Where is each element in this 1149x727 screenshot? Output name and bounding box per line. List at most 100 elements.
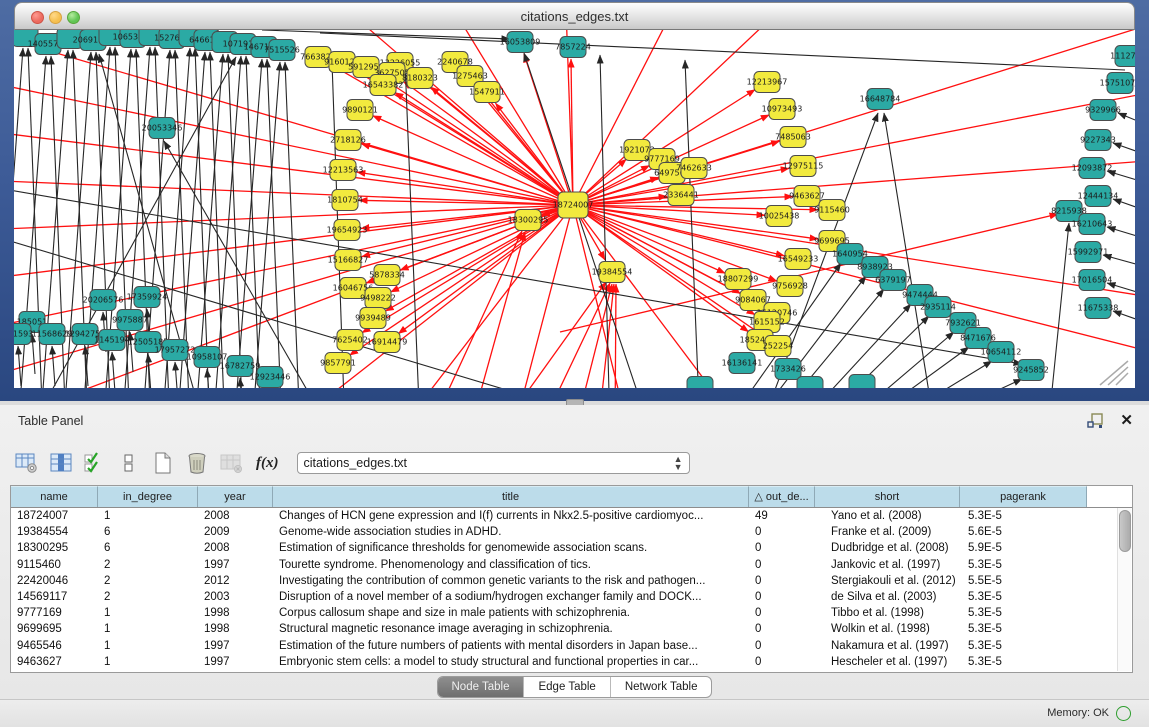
graph-node[interactable]: 7625402 [332, 330, 368, 351]
table-cell: Tibbo et al. (1998) [815, 605, 960, 621]
table-row[interactable]: 946362711997Embryonic stem cells: a mode… [11, 654, 1132, 670]
table-selector-dropdown[interactable]: citations_edges.txt ▲▼ [297, 452, 690, 474]
graph-node[interactable]: 9498222 [360, 288, 396, 309]
table-cell: 0 [749, 573, 815, 589]
function-builder-icon[interactable]: f(x) [256, 455, 279, 472]
graph-node[interactable]: 19384554 [592, 262, 633, 283]
graph-node[interactable]: 391593 [14, 324, 33, 345]
table-row[interactable]: 911546021997Tourette syndrome. Phenomeno… [11, 557, 1132, 573]
row-options-icon[interactable] [116, 450, 142, 476]
graph-node[interactable]: 9227343 [1080, 130, 1116, 151]
graph-node[interactable]: 16053809 [500, 32, 541, 53]
graph-node[interactable]: 20053346 [142, 118, 183, 139]
show-columns-icon[interactable] [48, 450, 74, 476]
column-header-out_degree[interactable]: △ out_de... [749, 486, 815, 507]
graph-node[interactable]: 252254 [763, 336, 794, 357]
graph-node[interactable] [797, 377, 823, 389]
table-row[interactable]: 969969511998Structural magnetic resonanc… [11, 621, 1132, 637]
graph-node[interactable]: 15751074 [1100, 73, 1135, 94]
graph-node[interactable]: 1145194 [94, 330, 130, 351]
graph-node[interactable]: 5878334 [369, 265, 405, 286]
graph-node[interactable]: 9890121 [342, 100, 378, 121]
graph-node[interactable]: 1112753 [1110, 46, 1135, 67]
citation-graph[interactable]: 1405572420691406106532871527602646616110… [14, 30, 1135, 388]
table-row[interactable]: 1830029562008Estimation of significance … [11, 540, 1132, 556]
graph-node[interactable]: 18724007 [553, 192, 594, 218]
graph-node[interactable]: 7462633 [676, 158, 712, 179]
svg-text:10025438: 10025438 [759, 212, 800, 221]
graph-node[interactable]: 9329966 [1085, 100, 1121, 121]
new-column-icon[interactable] [150, 450, 176, 476]
svg-text:9115460: 9115460 [814, 206, 850, 215]
graph-node[interactable]: 12213967 [747, 72, 788, 93]
graph-node[interactable]: 7515526 [264, 40, 300, 61]
column-header-name[interactable]: name [11, 486, 98, 507]
column-header-title[interactable]: title [273, 486, 749, 507]
graph-node[interactable]: 7857224 [555, 37, 591, 58]
table-row[interactable]: 946554611997Estimation of the future num… [11, 638, 1132, 654]
table-row[interactable]: 1872400712008Changes of HCN gene express… [11, 508, 1132, 524]
delete-column-icon[interactable] [184, 450, 210, 476]
network-window-title: citations_edges.txt [15, 9, 1134, 24]
graph-node[interactable] [687, 377, 713, 389]
dropdown-stepper-icon: ▲▼ [674, 455, 683, 471]
table-cell: 5.3E-5 [960, 589, 1087, 605]
graph-node[interactable]: 1810754 [327, 190, 363, 211]
graph-node[interactable]: 12975115 [783, 156, 824, 177]
graph-node[interactable]: 1547911 [469, 82, 505, 103]
table-cell: 5.3E-5 [960, 508, 1087, 524]
table-row[interactable]: 977716911998Corpus callosum shape and si… [11, 605, 1132, 621]
table-body: 1872400712008Changes of HCN gene express… [11, 508, 1132, 670]
table-cell: 9699695 [11, 621, 98, 637]
graph-node[interactable]: 9939489 [355, 308, 391, 329]
svg-text:18724007: 18724007 [553, 201, 594, 210]
graph-node[interactable]: 17016504 [1072, 270, 1113, 291]
network-window-titlebar[interactable]: citations_edges.txt [14, 2, 1135, 30]
graph-node[interactable]: 10973493 [762, 99, 803, 120]
graph-node[interactable]: 2718126 [330, 130, 366, 151]
close-panel-icon[interactable]: ✕ [1120, 411, 1133, 429]
graph-node[interactable]: 19654923 [327, 220, 368, 241]
svg-text:16648784: 16648784 [860, 95, 901, 104]
graph-node[interactable]: 12444134 [1078, 186, 1119, 207]
svg-text:16210643: 16210643 [1072, 220, 1113, 229]
graph-node[interactable]: 6379197 [875, 270, 911, 291]
float-panel-icon[interactable] [1087, 413, 1105, 429]
table-row[interactable]: 1938455462009Genome-wide association stu… [11, 524, 1132, 540]
graph-node[interactable] [849, 375, 875, 389]
select-columns-icon[interactable] [82, 450, 108, 476]
graph-node[interactable]: 12093872 [1072, 158, 1113, 179]
graph-node[interactable]: 9857791 [320, 353, 356, 374]
scrollbar-thumb[interactable] [1119, 510, 1131, 552]
graph-node[interactable]: 9245852 [1013, 360, 1049, 381]
graph-node[interactable]: 15992971 [1068, 242, 1109, 263]
column-header-pagerank[interactable]: pagerank [960, 486, 1087, 507]
svg-text:19384554: 19384554 [592, 268, 633, 277]
graph-node[interactable]: 8180323 [402, 68, 438, 89]
table-cell: 2 [98, 589, 198, 605]
graph-node[interactable]: 16648784 [860, 89, 901, 110]
graph-node[interactable]: 11675338 [1078, 298, 1119, 319]
table-cell: Genome-wide association studies in ADHD. [273, 524, 749, 540]
column-header-in_degree[interactable]: in_degree [98, 486, 198, 507]
column-header-year[interactable]: year [198, 486, 273, 507]
graph-node[interactable]: 2336441 [663, 185, 699, 206]
graph-node[interactable]: 9975887 [112, 310, 148, 331]
graph-node[interactable]: 7485063 [775, 127, 811, 148]
table-row[interactable]: 1456911722003Disruption of a novel membe… [11, 589, 1132, 605]
tab-edge-table[interactable]: Edge Table [524, 677, 610, 697]
graph-node[interactable]: 9756928 [772, 276, 808, 297]
table-cell: 0 [749, 524, 815, 540]
tab-network-table[interactable]: Network Table [611, 677, 712, 697]
tab-node-table[interactable]: Node Table [438, 677, 525, 697]
table-row[interactable]: 2242004622012Investigating the contribut… [11, 573, 1132, 589]
graph-node[interactable]: 2935114 [920, 297, 956, 318]
network-canvas[interactable]: 1405572420691406106532871527602646616110… [14, 30, 1135, 388]
graph-node[interactable]: 9115460 [814, 200, 850, 221]
vertical-scrollbar[interactable] [1117, 508, 1131, 671]
column-header-short[interactable]: short [815, 486, 960, 507]
table-cell: Estimation of significance thresholds fo… [273, 540, 749, 556]
svg-text:9975887: 9975887 [112, 316, 148, 325]
graph-node[interactable]: 16136141 [722, 353, 763, 374]
table-settings-icon[interactable] [14, 450, 40, 476]
